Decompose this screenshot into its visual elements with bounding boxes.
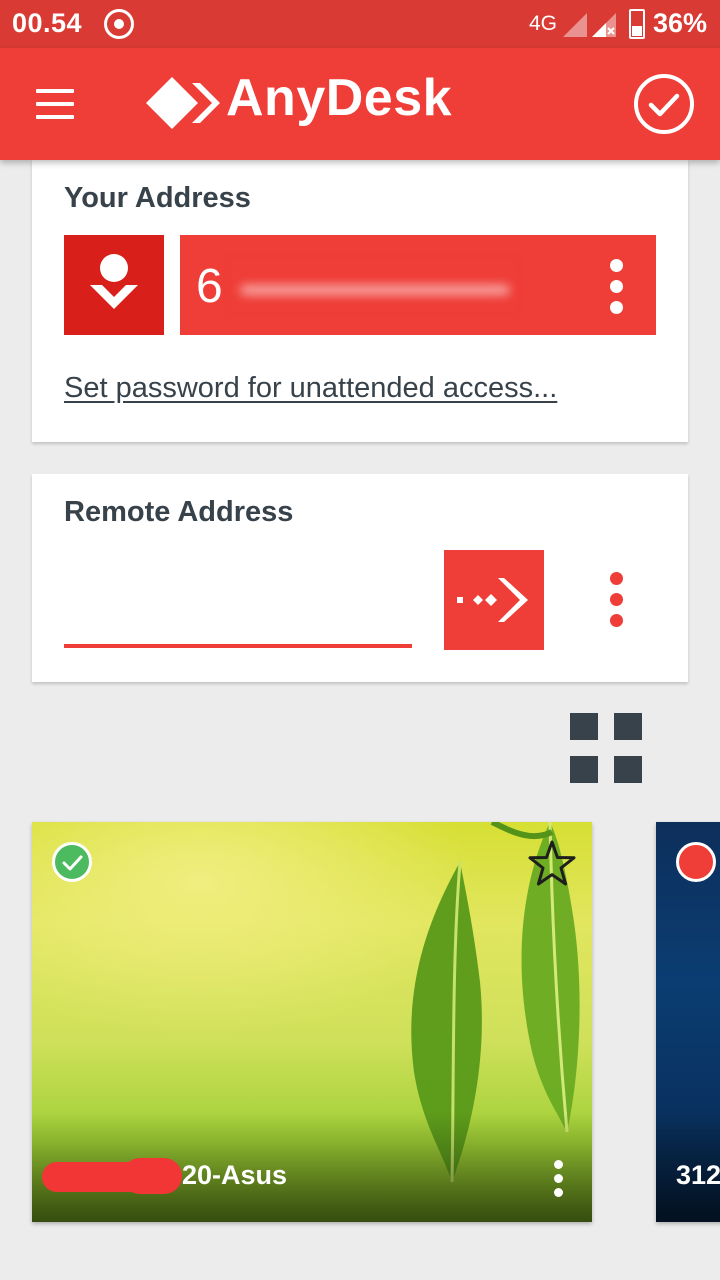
your-address-heading: Your Address <box>64 182 251 214</box>
app-title: AnyDesk <box>226 69 453 127</box>
grid-view-icon[interactable] <box>570 713 642 783</box>
user-icon <box>90 254 138 309</box>
signal-icon <box>563 13 587 37</box>
remote-more-options-icon[interactable] <box>604 572 628 628</box>
session-name: 20-Asus <box>182 1160 288 1190</box>
address-field[interactable]: 6 <box>180 235 656 335</box>
redacted-name <box>122 1158 182 1194</box>
session-more-options-icon[interactable] <box>546 1160 570 1200</box>
your-address-card: Your Address 6 Set password for unattend… <box>32 160 688 442</box>
anydesk-logo-icon <box>146 77 220 129</box>
menu-icon[interactable] <box>36 89 76 119</box>
battery-percent: 36% <box>653 8 708 38</box>
online-status-icon <box>52 842 92 882</box>
session-tile[interactable]: 312 <box>656 822 720 1222</box>
connect-arrow-icon <box>457 578 528 622</box>
remote-address-input[interactable] <box>64 564 412 648</box>
network-type: 4G <box>529 12 558 35</box>
session-tile[interactable]: 20-Asus <box>32 822 592 1222</box>
status-bar: 00.54 4G 36% <box>0 0 720 48</box>
avatar <box>64 235 164 335</box>
battery-icon <box>629 9 645 39</box>
check-circle-icon[interactable] <box>634 74 694 134</box>
offline-status-icon <box>676 842 716 882</box>
app-bar: AnyDesk <box>0 48 720 160</box>
signal-no-service-icon <box>592 13 616 37</box>
session-name: 312 <box>676 1160 720 1190</box>
star-icon[interactable] <box>528 840 576 886</box>
connect-button[interactable] <box>444 550 544 650</box>
notification-icon <box>104 9 134 39</box>
status-time: 00.54 <box>12 8 83 38</box>
set-password-link[interactable]: Set password for unattended access... <box>64 372 557 405</box>
redacted-region-stroke <box>240 285 510 295</box>
remote-address-heading: Remote Address <box>64 496 294 528</box>
remote-address-card: Remote Address <box>32 474 688 682</box>
more-options-icon[interactable] <box>604 259 628 315</box>
address-value: 6 <box>196 260 223 313</box>
